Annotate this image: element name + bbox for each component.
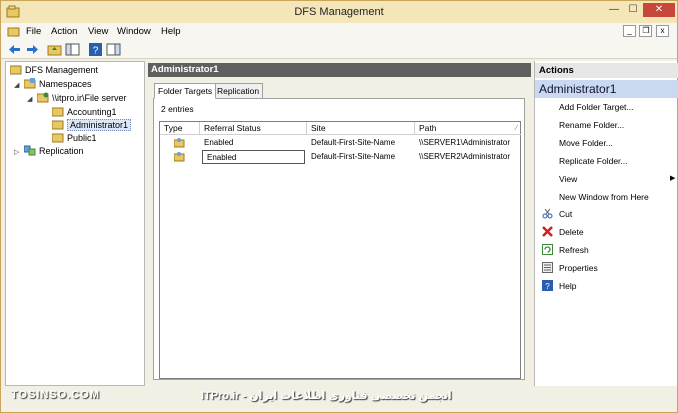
tree-item-accounting1[interactable]: Accounting1: [52, 106, 117, 119]
action-refresh[interactable]: Refresh: [559, 244, 589, 256]
path-cell: \\SERVER2\Administrator: [419, 152, 510, 161]
folder-targets-list: Type Referral Status Site Path ⁄ Enabled…: [159, 121, 521, 379]
console-icon[interactable]: [7, 25, 20, 38]
action-replicate-folder[interactable]: Replicate Folder...: [559, 155, 628, 167]
tree-label-selected: Administrator1: [67, 119, 132, 131]
namespace-icon: [37, 92, 49, 103]
help-icon: ?: [542, 280, 553, 291]
svg-text:?: ?: [93, 46, 99, 57]
tree-item-replication[interactable]: Replication: [24, 145, 84, 158]
column-header-type[interactable]: Type: [160, 122, 200, 135]
action-new-window-from-here[interactable]: New Window from Here: [559, 191, 649, 203]
tree-item-namespaces[interactable]: Namespaces: [24, 78, 92, 91]
tab-replication[interactable]: Replication: [213, 83, 264, 99]
minimize-button[interactable]: —: [606, 3, 622, 17]
action-cut[interactable]: Cut: [559, 208, 572, 220]
forward-arrow-icon[interactable]: [25, 42, 40, 57]
folder-icon: [52, 133, 64, 143]
dfs-management-icon: [10, 65, 22, 75]
folder-icon: [52, 107, 64, 117]
menu-file[interactable]: File: [26, 26, 41, 37]
window-title: DFS Management: [294, 6, 384, 18]
svg-text:?: ?: [545, 282, 550, 291]
back-arrow-icon[interactable]: [7, 42, 22, 57]
referral-status-cell: Enabled: [204, 138, 234, 147]
toolbar: ?: [1, 40, 677, 59]
watermark-left: TOSINSO.COM: [11, 389, 101, 401]
menu-window[interactable]: Window: [117, 26, 151, 37]
entries-count: 2 entries: [161, 104, 194, 114]
mdi-close-button[interactable]: x: [656, 25, 669, 37]
mdi-restore-button[interactable]: ❐: [639, 25, 653, 37]
action-help[interactable]: Help: [559, 280, 576, 292]
namespaces-icon: [24, 78, 36, 89]
folder-icon: [52, 120, 64, 130]
refresh-icon: [542, 244, 553, 255]
action-move-folder[interactable]: Move Folder...: [559, 137, 613, 149]
mdi-controls: _ ❐ x: [622, 25, 669, 37]
column-header-referral-status[interactable]: Referral Status: [200, 122, 307, 135]
delete-icon: [542, 226, 553, 237]
action-add-folder-target[interactable]: Add Folder Target...: [559, 101, 634, 113]
collapse-namespace-icon[interactable]: ◢: [27, 95, 32, 103]
tree-label: Accounting1: [67, 107, 117, 117]
collapse-namespaces-icon[interactable]: ◢: [14, 81, 19, 89]
watermark-footer: TOSINSO.COM انجمن تخصصی فناوری اطلاعات ا…: [1, 386, 677, 412]
referral-status-cell-focused[interactable]: Enabled: [202, 150, 305, 164]
folder-targets-panel: 2 entries Type Referral Status Site Path…: [153, 98, 525, 380]
folder-target-icon: [174, 152, 185, 162]
column-header-path[interactable]: Path ⁄: [415, 122, 521, 135]
maximize-button[interactable]: ☐: [625, 3, 641, 17]
action-properties[interactable]: Properties: [559, 262, 598, 274]
tree-label: \\itpro.ir\File server: [52, 93, 127, 103]
tree-label: Namespaces: [39, 79, 92, 89]
submenu-arrow-icon: ▶: [670, 175, 676, 182]
watermark-right: انجمن تخصصی فناوری اطلاعات ایران - ITPro…: [201, 390, 452, 402]
tree-item-dfs-management[interactable]: DFS Management: [10, 64, 98, 77]
column-header-site[interactable]: Site: [307, 122, 415, 135]
up-folder-icon[interactable]: [47, 42, 62, 57]
tree-label: DFS Management: [25, 65, 99, 75]
sort-arrow-icon: ⁄: [515, 125, 517, 132]
tree-item-public1[interactable]: Public1: [52, 132, 97, 145]
tree-item-namespace-file-server[interactable]: \\itpro.ir\File server: [37, 92, 127, 105]
app-window: DFS Management — ☐ ✕ File Action View Wi…: [0, 0, 678, 413]
tree-item-administrator1[interactable]: Administrator1: [52, 119, 132, 132]
tree-label: Replication: [39, 146, 84, 156]
menu-bar: File Action View Window Help _ ❐ x: [1, 23, 677, 40]
actions-section-administrator1[interactable]: Administrator1: [535, 80, 678, 98]
actions-header: Actions: [535, 63, 678, 78]
replication-icon: [24, 145, 36, 156]
show-action-pane-icon[interactable]: [106, 42, 121, 57]
title-bar[interactable]: DFS Management — ☐ ✕: [1, 1, 677, 23]
help-icon[interactable]: ?: [88, 42, 103, 57]
close-button[interactable]: ✕: [643, 3, 675, 17]
folder-target-icon: [174, 138, 185, 148]
details-pane: Administrator1 Folder Targets Replicatio…: [148, 61, 531, 386]
site-cell: Default-First-Site-Name: [311, 152, 396, 161]
path-cell: \\SERVER1\Administrator: [419, 138, 510, 147]
console-tree: DFS Management ◢ Namespaces ◢ \\itpro.ir…: [5, 61, 145, 386]
menu-view[interactable]: View: [88, 26, 108, 37]
menu-help[interactable]: Help: [161, 26, 181, 37]
expand-replication-icon[interactable]: ▷: [14, 148, 19, 156]
action-rename-folder[interactable]: Rename Folder...: [559, 119, 624, 131]
show-hide-tree-icon[interactable]: [65, 42, 80, 57]
menu-action[interactable]: Action: [51, 26, 77, 37]
properties-icon: [542, 262, 553, 273]
action-view[interactable]: View: [559, 173, 577, 185]
column-header-label: Path: [419, 123, 437, 133]
details-header: Administrator1: [148, 63, 531, 77]
site-cell: Default-First-Site-Name: [311, 138, 396, 147]
tree-label: Public1: [67, 133, 97, 143]
tab-folder-targets[interactable]: Folder Targets: [154, 83, 217, 99]
cut-icon: [542, 208, 553, 219]
mdi-minimize-button[interactable]: _: [622, 25, 636, 37]
action-delete[interactable]: Delete: [559, 226, 584, 238]
actions-pane: Actions Administrator1 Add Folder Target…: [534, 61, 678, 386]
